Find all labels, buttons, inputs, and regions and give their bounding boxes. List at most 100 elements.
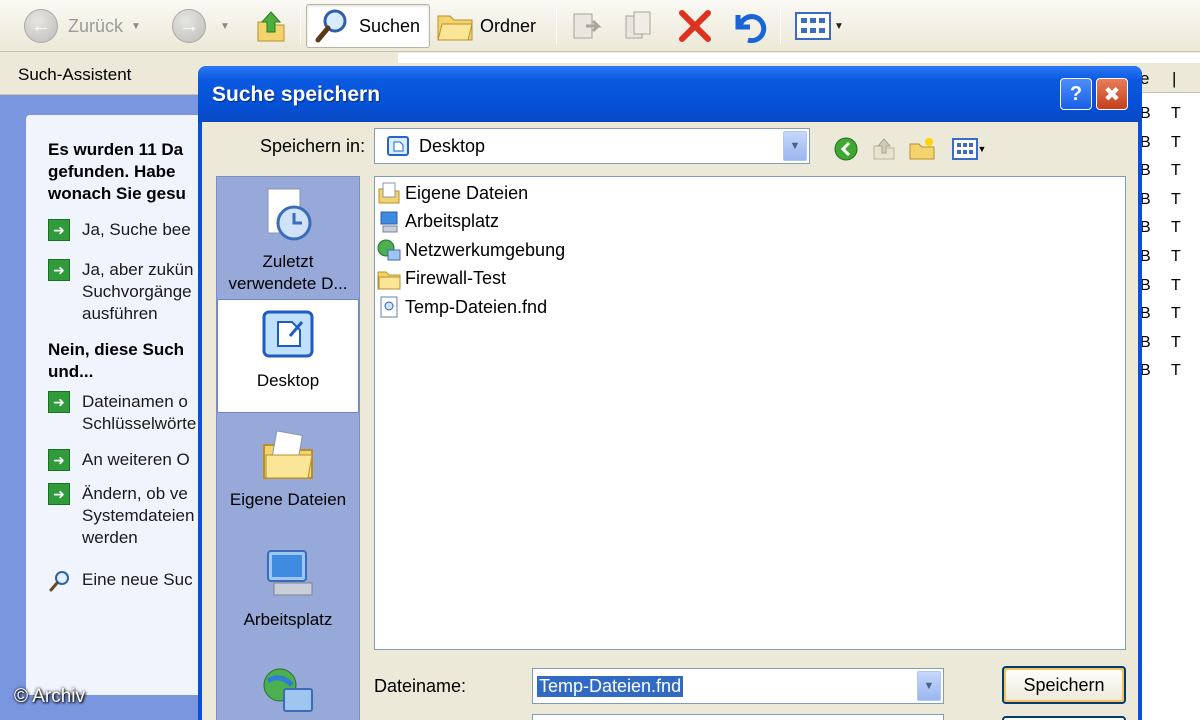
up-folder-icon <box>257 11 285 42</box>
toolbar-separator <box>556 8 557 44</box>
forward-dropdown-icon[interactable]: ▼ <box>220 21 230 32</box>
recent-documents-icon <box>267 188 312 241</box>
save-button-label: Speichern <box>1023 674 1105 695</box>
link-text: Dateinamen o <box>82 392 188 411</box>
back-arrow-icon: ← <box>24 9 58 43</box>
my-computer-icon <box>267 550 313 596</box>
close-button[interactable]: ✖ <box>1096 78 1128 110</box>
delete-button[interactable] <box>676 4 714 48</box>
column-header-fragment[interactable]: | <box>1172 69 1176 89</box>
new-search-link[interactable]: Eine neue Suc <box>48 569 193 593</box>
green-arrow-icon: ➜ <box>48 391 70 413</box>
filename-keywords-link[interactable]: ➜ Dateinamen o Schlüsselwörte <box>48 391 196 435</box>
save-in-label: Speichern in: <box>260 136 366 156</box>
link-text: Ändern, ob ve <box>82 484 188 503</box>
file-type-dropdown[interactable] <box>532 714 944 720</box>
new-folder-icon <box>909 138 935 160</box>
up-folder-icon <box>873 138 895 160</box>
help-icon: ? <box>1069 82 1083 105</box>
file-list-item[interactable]: Firewall-Test <box>377 267 506 291</box>
dialog-title-bar[interactable]: Suche speichern <box>198 66 1142 122</box>
places-bar: Zuletzt verwendete D... Desktop Eigene D… <box>216 176 360 720</box>
file-list-item[interactable]: Eigene Dateien <box>377 181 528 205</box>
save-in-value: Desktop <box>419 135 486 156</box>
views-dropdown-icon[interactable]: ▼ <box>834 21 844 32</box>
search-button[interactable]: Suchen <box>306 4 430 48</box>
copyright-watermark: © Archiv <box>14 686 86 707</box>
view-menu-button[interactable]: ▼ <box>948 136 990 162</box>
link-text: Ja, aber zukün <box>82 260 194 279</box>
place-desktop[interactable]: Desktop <box>217 299 359 413</box>
results-intro-line: gefunden. Habe <box>48 162 176 181</box>
file-list: Eigene Dateien Arbeitsplatz Netzwerkumgebu… <box>374 176 1126 650</box>
results-intro-line: wonach Sie gesu <box>48 184 186 203</box>
back-nav-button[interactable] <box>832 136 860 162</box>
green-arrow-icon: ➜ <box>48 219 70 241</box>
undo-button[interactable] <box>728 4 768 48</box>
link-text: Ja, Suche bee <box>82 220 191 239</box>
copy-to-icon <box>625 11 651 39</box>
place-network[interactable] <box>217 663 359 720</box>
results-intro: Es wurden 11 Da gefunden. Habe wonach Si… <box>48 139 186 205</box>
link-text: Suchvorgänge <box>82 282 192 301</box>
place-my-documents[interactable]: Eigene Dateien <box>217 427 359 511</box>
move-to-button[interactable] <box>570 4 606 48</box>
search-assistant-title: Such-Assistent <box>18 65 132 84</box>
back-label: Zurück <box>68 15 124 36</box>
save-button[interactable]: Speichern <box>1002 666 1126 704</box>
place-my-computer[interactable]: Arbeitsplatz <box>217 545 359 631</box>
up-one-level-button[interactable] <box>870 136 898 162</box>
file-name: Temp-Dateien.fnd <box>405 296 548 317</box>
back-button[interactable]: ← Zurück ▼ <box>24 4 141 48</box>
list-cell: T <box>1171 219 1181 237</box>
folders-button[interactable]: Ordner <box>436 4 536 48</box>
explorer-toolbar: ← Zurück ▼ → ▼ Suchen Ordner ▼ <box>0 0 1200 52</box>
folder-icon <box>377 271 401 289</box>
up-folder-button[interactable] <box>254 4 288 48</box>
link-text: werden <box>82 528 138 547</box>
no-heading-line: und... <box>48 362 94 381</box>
file-list-item[interactable]: Temp-Dateien.fnd <box>377 295 547 319</box>
list-cell: T <box>1171 276 1181 294</box>
help-button[interactable]: ? <box>1060 78 1092 110</box>
views-button[interactable]: ▼ <box>794 4 844 48</box>
chevron-down-icon[interactable]: ▼ <box>783 131 807 161</box>
save-search-dialog: Suche speichern ? ✖ Speichern in: Deskto… <box>198 66 1142 720</box>
yes-finish-search-link[interactable]: ➜ Ja, Suche bee <box>48 219 191 241</box>
link-text: Eine neue Suc <box>82 570 193 589</box>
place-recent[interactable]: Zuletzt verwendete D... <box>217 185 359 295</box>
desktop-icon <box>387 136 409 156</box>
place-label: Arbeitsplatz <box>243 610 333 629</box>
file-list-item[interactable]: Netzwerkumgebung <box>377 238 565 262</box>
chevron-down-icon[interactable]: ▼ <box>917 671 941 701</box>
search-file-icon <box>380 296 398 318</box>
other-locations-link[interactable]: ➜ An weiteren O <box>48 449 190 471</box>
file-name: Arbeitsplatz <box>405 211 500 231</box>
my-computer-icon <box>380 211 398 232</box>
forward-arrow-icon: → <box>172 9 206 43</box>
file-list-item[interactable]: Arbeitsplatz <box>377 210 499 234</box>
green-arrow-icon: ➜ <box>48 449 70 471</box>
link-text: An weiteren O <box>82 450 190 469</box>
place-label: Desktop <box>256 371 320 390</box>
file-name: Eigene Dateien <box>405 182 529 203</box>
filename-input[interactable]: Temp-Dateien.fnd ▼ <box>532 668 944 704</box>
cancel-button[interactable] <box>1002 716 1126 720</box>
close-icon: ✖ <box>1103 83 1121 106</box>
view-dropdown-icon: ▼ <box>977 144 987 154</box>
forward-button[interactable]: → ▼ <box>172 4 230 48</box>
copy-to-button[interactable] <box>622 4 658 48</box>
back-dropdown-icon[interactable]: ▼ <box>131 21 141 32</box>
yes-faster-future-searches-link[interactable]: ➜ Ja, aber zukün Suchvorgänge ausführen <box>48 259 194 325</box>
undo-icon <box>735 14 767 44</box>
list-cell: T <box>1171 305 1181 323</box>
list-cell: T <box>1171 133 1181 151</box>
desktop-icon <box>262 310 314 358</box>
save-in-dropdown[interactable]: Desktop ▼ <box>374 128 810 164</box>
list-cell: T <box>1171 190 1181 208</box>
no-heading-line: Nein, diese Such <box>48 340 185 359</box>
toolbar-separator <box>780 8 781 44</box>
new-folder-button[interactable] <box>908 136 936 162</box>
list-cell: T <box>1171 162 1181 180</box>
change-system-files-link[interactable]: ➜ Ändern, ob ve Systemdateien werden <box>48 483 194 549</box>
